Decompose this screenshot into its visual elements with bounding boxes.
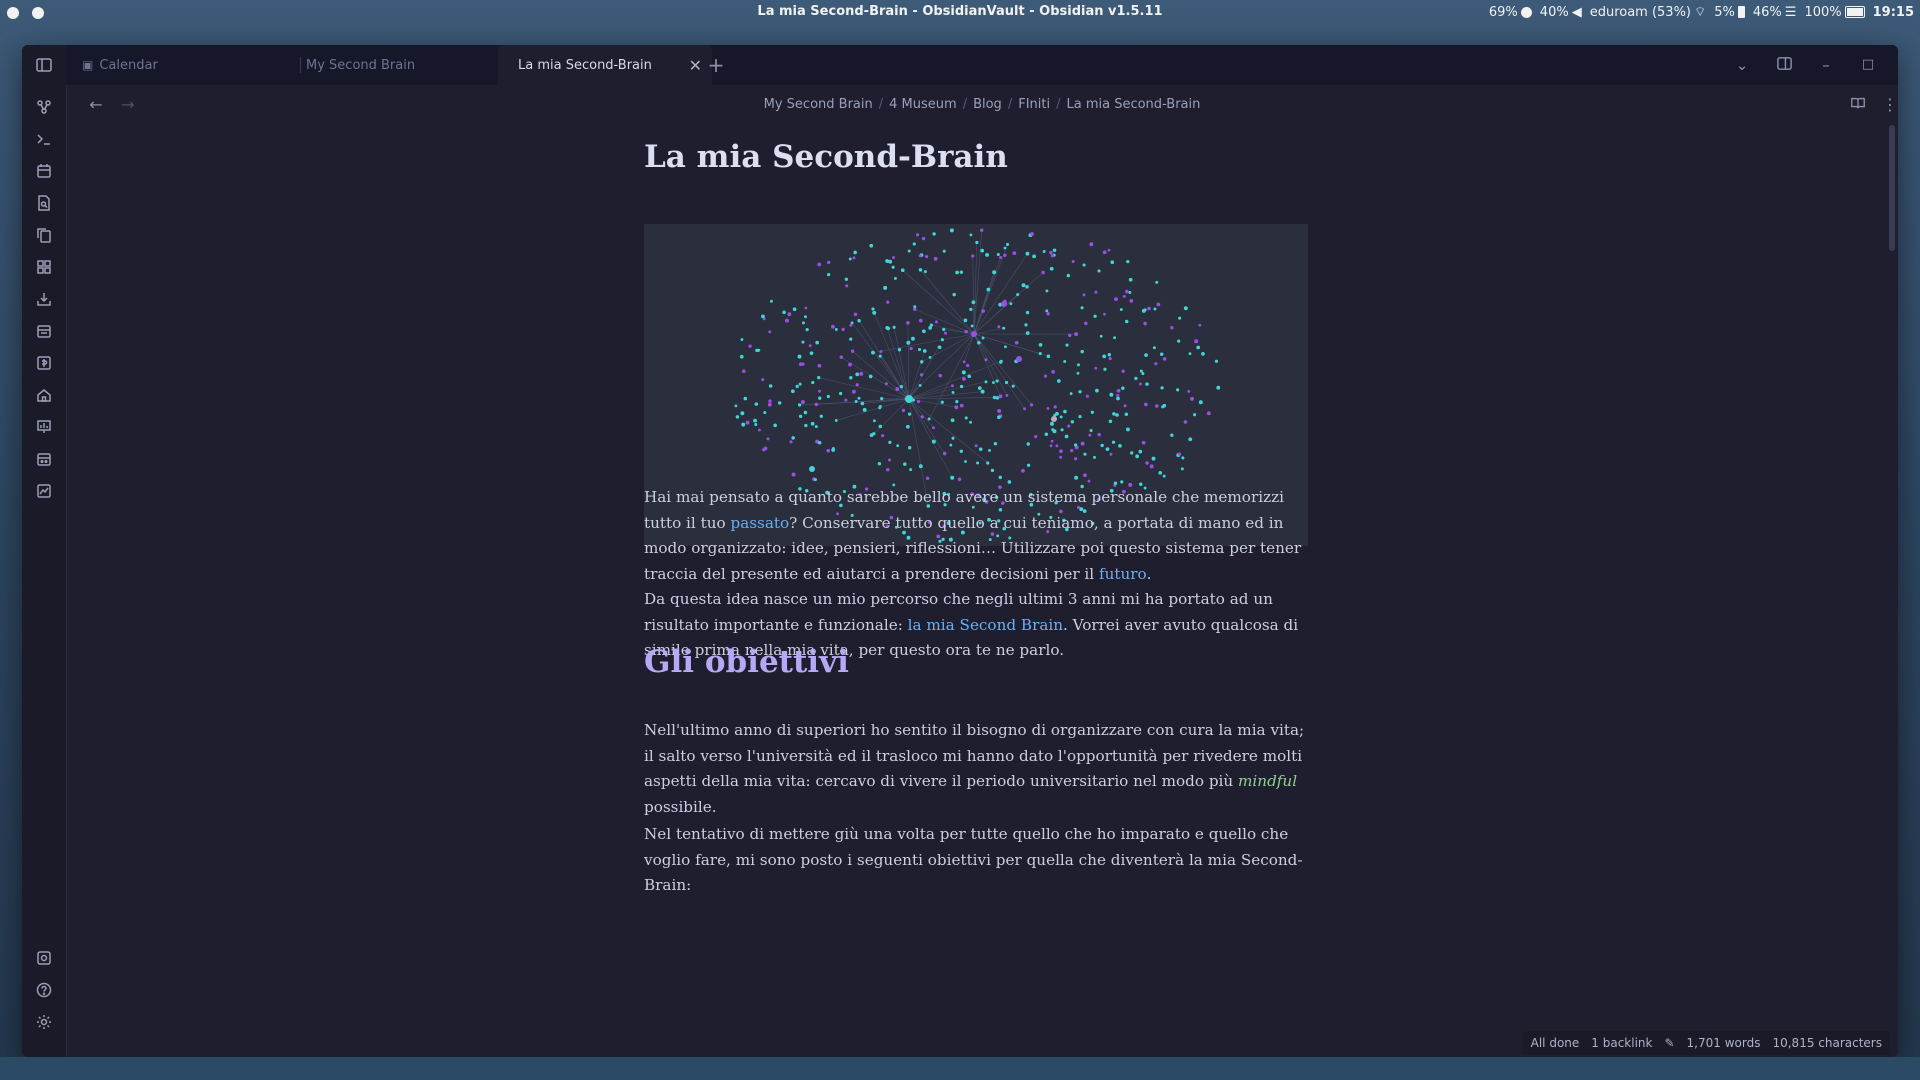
- system-tray: 69% 40% ◀ eduroam (53%) ⌔ 5% 46% ☰ 100% 19:…: [1489, 4, 1914, 21]
- copy-files-icon[interactable]: [33, 224, 55, 246]
- tab-bar: ▣ Calendar My Second Brain La mia Second…: [66, 45, 1898, 85]
- wifi-indicator[interactable]: eduroam (53%) ⌔: [1590, 4, 1707, 21]
- settings-icon[interactable]: [33, 1011, 55, 1033]
- breadcrumb-separator: /: [1007, 97, 1013, 112]
- word-count: 1,701 words: [1686, 1036, 1761, 1050]
- note-title: La mia Second-Brain: [644, 139, 1008, 175]
- reading-view-icon[interactable]: [1848, 95, 1868, 115]
- maximize-window-icon[interactable]: □: [1858, 55, 1878, 75]
- emphasis-mindful: mindful: [1238, 772, 1298, 790]
- split-view-icon[interactable]: [1774, 55, 1794, 75]
- breadcrumb: My Second Brain / 4 Museum / Blog / FIniti / La …: [66, 97, 1898, 112]
- blocks-icon[interactable]: [33, 256, 55, 278]
- cpu-icon: [1520, 6, 1532, 18]
- wifi-icon: ⌔: [1694, 5, 1707, 20]
- link-futuro[interactable]: futuro: [1099, 565, 1147, 583]
- file-search-icon[interactable]: [33, 192, 55, 214]
- calendar-icon[interactable]: [33, 160, 55, 182]
- tab-my-second-brain[interactable]: My Second Brain: [306, 45, 486, 85]
- new-tab-icon[interactable]: +: [706, 55, 726, 75]
- close-tab-icon[interactable]: ✕: [689, 56, 702, 75]
- tab-separator: [300, 57, 301, 73]
- desktop-wallpaper-strip: [0, 1057, 1920, 1080]
- breadcrumb-item[interactable]: 4 Museum: [889, 97, 957, 112]
- memory-indicator[interactable]: 46% ☰: [1753, 5, 1797, 20]
- graph-view-icon[interactable]: [33, 96, 55, 118]
- volume-indicator[interactable]: 40% ◀: [1540, 5, 1582, 20]
- cpu-indicator[interactable]: 69%: [1489, 5, 1532, 20]
- calendar-alt-icon[interactable]: [33, 448, 55, 470]
- breadcrumb-item[interactable]: La mia Second-Brain: [1066, 97, 1200, 112]
- toggle-sidebar-icon[interactable]: [33, 54, 55, 76]
- breadcrumb-separator: /: [962, 97, 968, 112]
- character-count: 10,815 characters: [1772, 1036, 1882, 1050]
- link-passato[interactable]: passato: [730, 514, 789, 532]
- goals-intro-paragraph: Nel tentativo di mettere giù una volta p…: [644, 825, 1303, 894]
- home-icon[interactable]: [33, 384, 55, 406]
- minimize-window-icon[interactable]: –: [1816, 55, 1836, 75]
- battery-icon: [1844, 6, 1865, 18]
- speaker-icon: ◀: [1571, 4, 1582, 20]
- left-ribbon: [22, 45, 67, 1057]
- navigation-row: ← → My Second Brain/4 Museum / Blog / FIniti…: [66, 85, 1898, 125]
- breadcrumb-separator: /: [1056, 97, 1061, 112]
- breadcrumb-item[interactable]: My Second Brain: [764, 97, 873, 112]
- import-icon[interactable]: [33, 288, 55, 310]
- vault-icon[interactable]: [33, 947, 55, 969]
- breadcrumb-item[interactable]: FIniti: [1018, 97, 1050, 112]
- clock[interactable]: 19:15: [1873, 5, 1914, 20]
- link-la-mia-second-brain[interactable]: la mia Second Brain: [908, 616, 1063, 634]
- disk-icon: [1737, 6, 1745, 18]
- chevron-down-icon[interactable]: ⌄: [1732, 55, 1752, 75]
- help-icon[interactable]: [33, 979, 55, 1001]
- terminal-icon[interactable]: [33, 128, 55, 150]
- backlink-count[interactable]: 1 backlink: [1591, 1036, 1652, 1050]
- slides-icon[interactable]: [33, 480, 55, 502]
- more-options-icon[interactable]: ⋮: [1880, 95, 1898, 115]
- intro-paragraph: Hai mai pensato a quanto sarebbe bello a…: [644, 488, 1302, 659]
- menu-lines-icon: ☰: [1784, 4, 1797, 20]
- obsidian-window: ▣ Calendar My Second Brain La mia Second…: [22, 45, 1898, 1057]
- template-icon[interactable]: [33, 352, 55, 374]
- section-heading: Gli obiettivi: [644, 644, 849, 680]
- daily-note-icon[interactable]: [33, 320, 55, 342]
- disk-indicator[interactable]: 5%: [1714, 5, 1745, 20]
- objectives-paragraph: Nell'ultimo anno di superiori ho sentito…: [644, 721, 1305, 816]
- chart-icon[interactable]: [33, 416, 55, 438]
- edit-pencil-icon[interactable]: ✎: [1664, 1036, 1674, 1050]
- tab-la-mia-second-brain[interactable]: La mia Second-Brain ✕: [498, 45, 712, 85]
- battery-indicator[interactable]: 100%: [1804, 5, 1865, 20]
- breadcrumb-item[interactable]: Blog: [973, 97, 1002, 112]
- os-top-bar: La mia Second-Brain - ObsidianVault - Ob…: [0, 0, 1920, 26]
- breadcrumb-separator: /: [878, 97, 884, 112]
- status-bar: All done 1 backlink ✎ 1,701 words 10,815…: [1522, 1031, 1890, 1055]
- calendar-icon: ▣: [82, 58, 94, 72]
- tab-calendar[interactable]: ▣ Calendar: [82, 45, 272, 85]
- scrollbar-thumb[interactable]: [1889, 125, 1895, 251]
- sync-status[interactable]: All done: [1531, 1036, 1580, 1050]
